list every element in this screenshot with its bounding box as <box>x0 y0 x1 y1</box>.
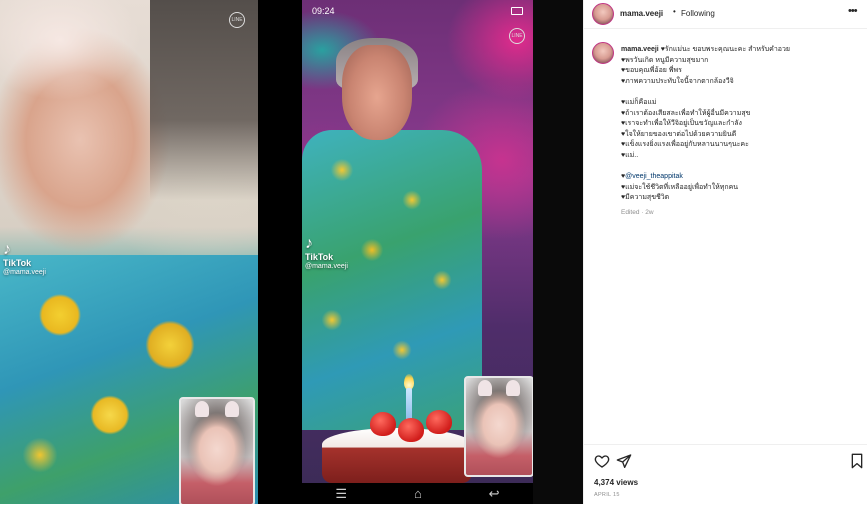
caption-line-2: ♥พรวันเกิด หนูมีความสุขมาก <box>621 56 709 64</box>
video-frame[interactable]: 09:24 LINE ♪ TikTok @mama.veeji <box>302 0 533 504</box>
caption-line-1: mama.veeji ♥รักแม่นะ ขอบพระคุณนะคะ สำหรั… <box>621 46 791 53</box>
caption-line-14: ♥แม่จะใช้ชีวิตที่เหลืออยู่เพื่อทำให้ทุกค… <box>621 183 739 191</box>
menu-icon: ☰ <box>335 485 348 501</box>
caption-line-11: ♥แม่.. <box>621 151 639 159</box>
tiktok-brand: TikTok <box>305 252 334 262</box>
separator-dot: • <box>673 7 676 16</box>
birthday-cake <box>322 374 472 483</box>
caption-line-9: ♥ใจให้ยายของเขาต่อไปด้วยความยินดี <box>621 130 737 138</box>
line-badge-video: LINE <box>509 28 525 44</box>
tiktok-watermark-video: ♪ TikTok @mama.veeji <box>305 236 348 271</box>
back-icon: ↩ <box>488 485 500 501</box>
blurred-background-left: LINE ♪ TikTok @mama.veeji <box>0 0 258 504</box>
tiktok-logo-icon: ♪ <box>305 235 313 252</box>
tiktok-brand: TikTok <box>3 258 32 268</box>
post-details-panel: mama.veeji • Following ••• mama.veeji ♥ร… <box>583 0 867 504</box>
view-count[interactable]: 4,374 views <box>594 478 638 487</box>
bunny-ear-left <box>478 380 492 396</box>
battery-icon <box>511 7 523 15</box>
post-media[interactable]: LINE ♪ TikTok @mama.veeji 09:24 LINE ♪ T… <box>0 0 583 504</box>
strawberry <box>370 412 396 436</box>
caption-line-15: ♥มีความสุขชีวิต <box>621 194 670 202</box>
header-username[interactable]: mama.veeji <box>620 9 663 18</box>
mention-link[interactable]: @veeji_theappitak <box>625 173 683 180</box>
pip-video-left <box>179 397 255 504</box>
more-options-icon[interactable]: ••• <box>848 5 858 17</box>
avatar[interactable] <box>592 3 614 25</box>
bunny-ear-right <box>506 380 520 396</box>
phone-nav-bar: ☰ ⌂ ↩ <box>302 483 533 504</box>
caption-line-4: ♥ภาพความประทับใจนี้จากตากล้องวีจิ <box>621 77 734 85</box>
caption-line-3: ♥ขอบคุณพี่อ้อย พี่พร <box>621 67 682 75</box>
cake-base <box>322 428 472 483</box>
strawberry <box>426 410 452 434</box>
phone-status-bar: 09:24 <box>302 0 533 22</box>
post-caption: mama.veeji ♥รักแม่นะ ขอบพระคุณนะคะ สำหรั… <box>621 45 861 219</box>
status-time: 09:24 <box>312 6 335 16</box>
tiktok-handle: @mama.veeji <box>305 263 348 270</box>
status-icons <box>511 7 523 15</box>
caption-line-8: ♥เราจะทำเพื่อให้วีจิอยู่เป็นขวัญและกำลัง <box>621 120 742 128</box>
tiktok-logo-icon: ♪ <box>3 241 11 258</box>
edited-timestamp: Edited · 2w <box>621 208 654 216</box>
heart-icon[interactable] <box>594 453 610 469</box>
post-date: APRIL 15 <box>594 492 620 498</box>
send-icon[interactable] <box>616 453 632 469</box>
caption-line-7: ♥ถ้าเราต้องเสียสละเพื่อทำให้ผู้อื่นมีควา… <box>621 109 751 117</box>
caption-mention-line: ♥@veeji_theappitak <box>621 173 683 181</box>
post-header: mama.veeji • Following ••• <box>584 0 867 29</box>
strawberry <box>398 418 424 442</box>
blurred-background-right <box>533 0 583 504</box>
tiktok-handle: @mama.veeji <box>3 269 46 276</box>
caption-line-10: ♥แข็งแรงยิ่งแรงเพื่ออยู่กับหลานนานๆนะคะ <box>621 141 749 149</box>
bookmark-icon[interactable] <box>850 453 864 469</box>
caption-line-6: ♥แม่ก็คือแม่ <box>621 98 657 106</box>
blurred-hair <box>150 0 258 200</box>
line-badge-left: LINE <box>229 12 245 28</box>
tiktok-watermark-left: ♪ TikTok @mama.veeji <box>3 242 46 277</box>
person-face <box>342 45 412 140</box>
bunny-ear-right <box>225 401 239 417</box>
caption-username[interactable]: mama.veeji <box>621 46 659 53</box>
following-button[interactable]: Following <box>681 9 715 18</box>
home-icon: ⌂ <box>413 486 422 501</box>
pip-video <box>464 376 533 477</box>
bunny-ear-left <box>195 401 209 417</box>
person-shirt <box>302 130 482 430</box>
caption-avatar[interactable] <box>592 42 614 64</box>
post-actions: 4,374 views APRIL 15 <box>584 444 867 505</box>
